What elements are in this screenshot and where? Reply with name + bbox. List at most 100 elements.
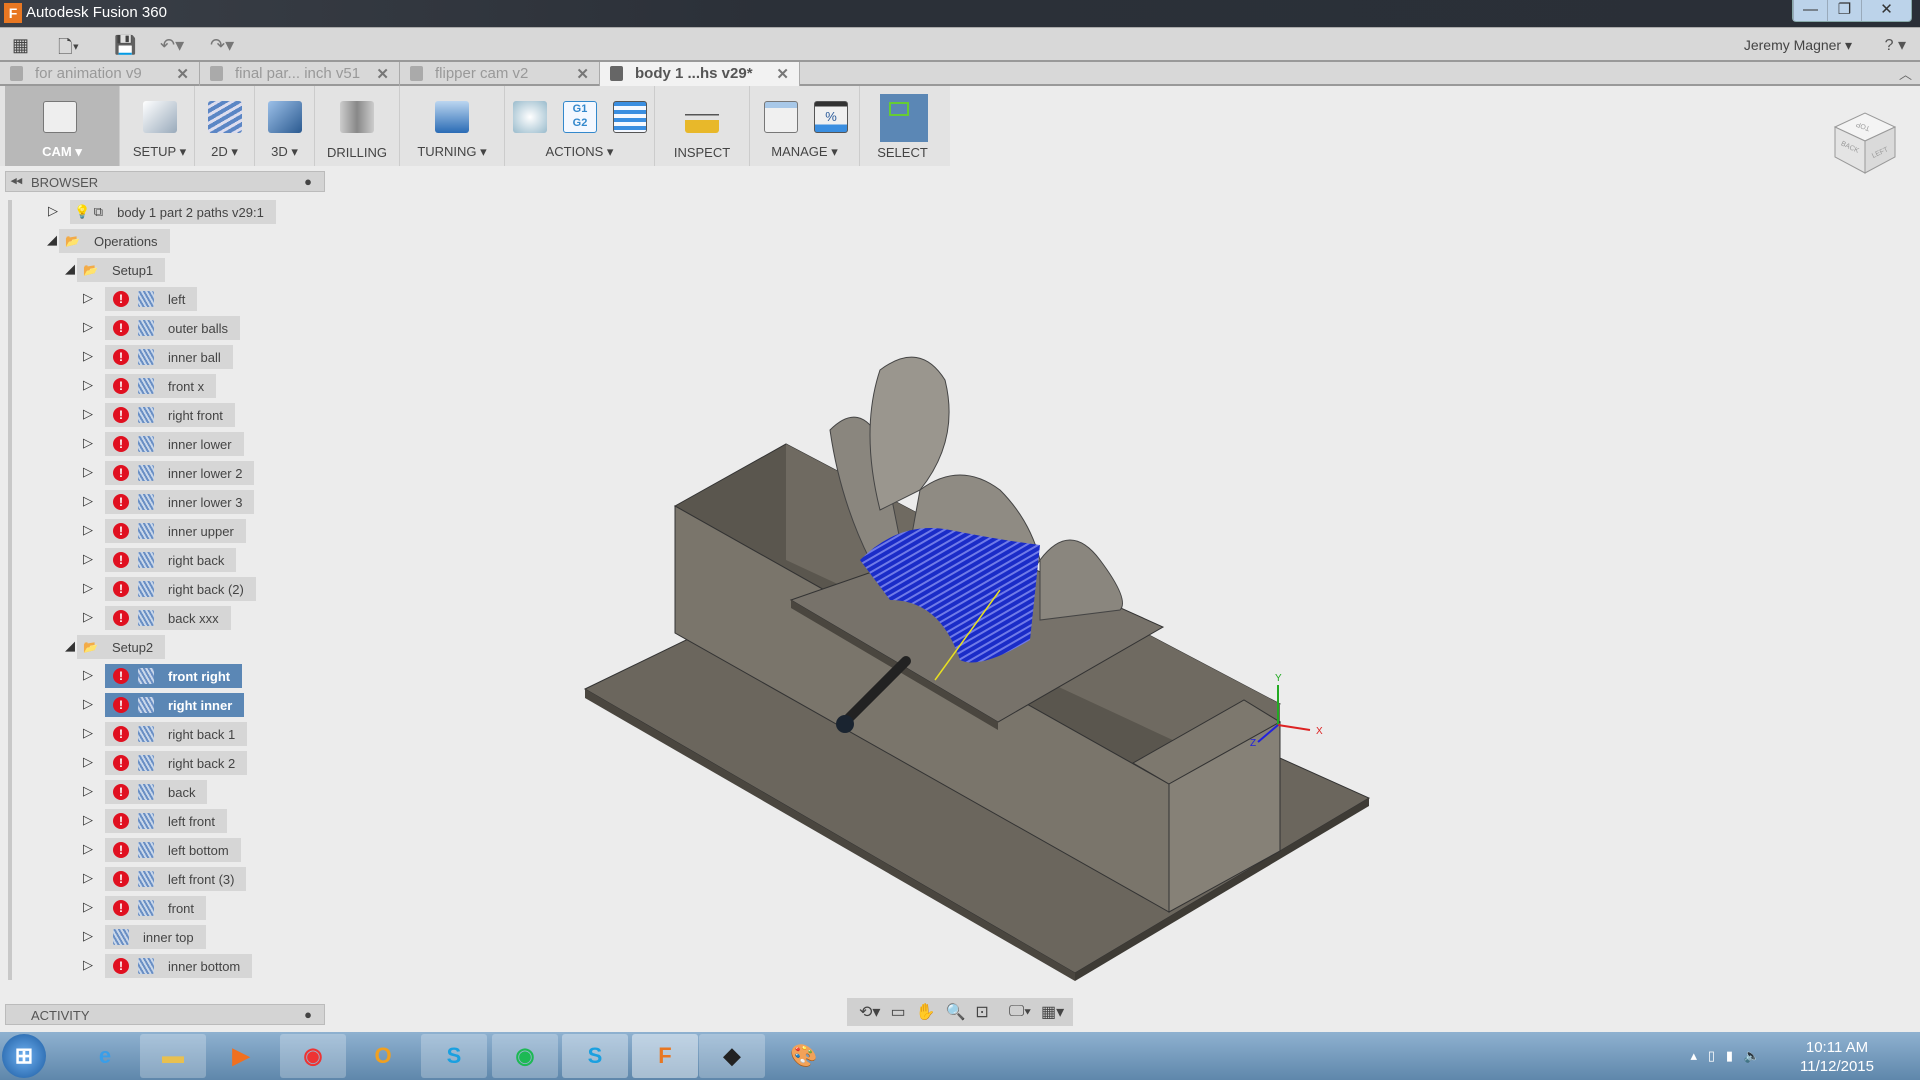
spotify-icon[interactable]: ◉	[492, 1034, 558, 1078]
tree-item-label-box[interactable]: ! front right	[105, 664, 243, 688]
tree-item-label-box[interactable]: 📂 Setup1	[77, 258, 166, 282]
expand-triangle-icon[interactable]: ▷	[83, 870, 93, 886]
tree-item-operation[interactable]: ▷ ! inner lower 3	[0, 490, 330, 514]
file-explorer-icon[interactable]: ▬	[140, 1034, 206, 1078]
internet-explorer-icon[interactable]: e	[72, 1034, 138, 1078]
browser-header[interactable]: ◂◂ BROWSER ●	[5, 171, 325, 192]
tree-item-label-box[interactable]: ! inner upper	[105, 519, 246, 543]
look-at-icon[interactable]: ▭	[890, 1002, 905, 1022]
browser-options-icon[interactable]: ●	[304, 174, 312, 189]
tree-item-label-box[interactable]: inner top	[105, 925, 206, 949]
activity-options-icon[interactable]: ●	[304, 1007, 312, 1022]
expand-triangle-icon[interactable]: ▷	[83, 667, 93, 683]
tree-item-label-box[interactable]: ! right back 1	[105, 722, 248, 746]
tree-item-operation[interactable]: ▷ ! left	[0, 287, 330, 311]
tree-item-label-box[interactable]: ! inner lower 2	[105, 461, 255, 485]
tree-item-label-box[interactable]: 💡 ⧉ body 1 part 2 paths v29:1	[70, 200, 276, 224]
start-button[interactable]: ⊞	[2, 1034, 46, 1078]
tree-item-label-box[interactable]: ! back	[105, 780, 208, 804]
tree-item-operation[interactable]: ▷ ! front right	[0, 664, 330, 688]
tree-item-operation[interactable]: ▷ ! right front	[0, 403, 330, 427]
tree-item-label-box[interactable]: ! inner lower 3	[105, 490, 255, 514]
tree-item-label-box[interactable]: ! inner bottom	[105, 954, 253, 978]
tree-item-operation[interactable]: ▷ ! inner lower	[0, 432, 330, 456]
tree-item-label-box[interactable]: ! right back (2)	[105, 577, 256, 601]
expand-triangle-icon[interactable]: ▷	[83, 696, 93, 712]
tree-item-operation[interactable]: ▷ ! left front (3)	[0, 867, 330, 891]
tree-item-operation[interactable]: ▷ ! back	[0, 780, 330, 804]
expand-triangle-icon[interactable]: ▷	[83, 609, 93, 625]
tree-item-operation[interactable]: ▷ ! right back	[0, 548, 330, 572]
tree-item-operation[interactable]: ▷ ! inner upper	[0, 519, 330, 543]
expand-triangle-icon[interactable]: ▷	[83, 348, 93, 364]
display-settings-icon[interactable]: 🖵▾	[1009, 1003, 1031, 1021]
tree-item-setup2[interactable]: ◢ 📂 Setup2	[0, 635, 330, 659]
tree-item-operation[interactable]: ▷ ! left bottom	[0, 838, 330, 862]
system-clock[interactable]: 10:11 AM 11/12/2015	[1800, 1038, 1874, 1076]
expand-triangle-icon[interactable]: ▷	[83, 522, 93, 538]
grid-settings-icon[interactable]: ▦▾	[1041, 1002, 1064, 1022]
paint-icon[interactable]: 🎨	[771, 1034, 837, 1078]
tree-item-label-box[interactable]: ! right inner	[105, 693, 245, 717]
tree-item-operation[interactable]: ▷ ! right back 2	[0, 751, 330, 775]
tree-item-operation[interactable]: ▷ ! inner ball	[0, 345, 330, 369]
expand-triangle-icon[interactable]: ▷	[83, 754, 93, 770]
tree-item-label-box[interactable]: ! left front	[105, 809, 227, 833]
tree-item-label-box[interactable]: ! left	[105, 287, 198, 311]
expand-triangle-icon[interactable]: ▷	[83, 725, 93, 741]
expand-triangle-icon[interactable]: ▷	[83, 290, 93, 306]
tree-item-operation[interactable]: ▷ ! left front	[0, 809, 330, 833]
pan-hand-icon[interactable]: ✋	[916, 1002, 936, 1022]
system-tray-icons[interactable]: ▴ ▯ ▮ 🔈	[1690, 1048, 1760, 1064]
tree-item-label-box[interactable]: ! left bottom	[105, 838, 241, 862]
collapse-triangle-icon[interactable]: ◢	[65, 638, 75, 654]
tree-item-label-box[interactable]: ! inner lower	[105, 432, 244, 456]
tree-item-label-box[interactable]: ! front x	[105, 374, 217, 398]
tree-item-operation[interactable]: ▷! front	[0, 896, 330, 920]
collapse-triangle-icon[interactable]: ◢	[65, 261, 75, 277]
tree-item-operations[interactable]: ◢ 📂 Operations	[0, 229, 330, 253]
orbit-icon[interactable]: ⟲▾	[859, 1002, 880, 1022]
collapse-triangle-icon[interactable]: ◢	[47, 232, 57, 248]
fit-icon[interactable]: ⊡	[975, 1002, 988, 1022]
tree-item-operation[interactable]: ▷ ! right inner	[0, 693, 330, 717]
skype-business-icon[interactable]: S	[562, 1034, 628, 1078]
tree-item-label-box[interactable]: ! left front (3)	[105, 867, 247, 891]
expand-triangle-icon[interactable]: ▷	[83, 957, 93, 973]
tree-item-label-box[interactable]: ! right back	[105, 548, 237, 572]
expand-triangle-icon[interactable]: ▷	[83, 464, 93, 480]
tree-item-operation[interactable]: ▷ ! right back (2)	[0, 577, 330, 601]
tree-item-label-box[interactable]: ! right front	[105, 403, 235, 427]
tree-item-setup1[interactable]: ◢ 📂 Setup1	[0, 258, 330, 282]
tree-item-label-box[interactable]: ! inner ball	[105, 345, 233, 369]
cam-app-icon[interactable]: ◆	[699, 1034, 765, 1078]
expand-triangle-icon[interactable]: ▷	[83, 812, 93, 828]
outlook-icon[interactable]: O	[350, 1034, 416, 1078]
expand-triangle-icon[interactable]: ▷	[48, 203, 58, 219]
expand-triangle-icon[interactable]: ▷	[83, 493, 93, 509]
skype-icon[interactable]: S	[421, 1034, 487, 1078]
expand-triangle-icon[interactable]: ▷	[83, 783, 93, 799]
tree-item-operation[interactable]: ▷ ! inner lower 2	[0, 461, 330, 485]
tree-item-operation[interactable]: ▷ ! back xxx	[0, 606, 330, 630]
tree-item-operation[interactable]: ▷ ! front x	[0, 374, 330, 398]
expand-triangle-icon[interactable]: ▷	[83, 841, 93, 857]
expand-triangle-icon[interactable]: ▷	[83, 319, 93, 335]
expand-triangle-icon[interactable]: ▷	[83, 406, 93, 422]
tree-item-label-box[interactable]: ! front	[105, 896, 207, 920]
tree-item-operation[interactable]: ▷ inner top	[0, 925, 330, 949]
expand-triangle-icon[interactable]: ▷	[83, 580, 93, 596]
media-player-icon[interactable]: ▶	[208, 1034, 274, 1078]
fusion-360-taskbar-icon[interactable]: F	[632, 1034, 698, 1078]
expand-triangle-icon[interactable]: ▷	[83, 435, 93, 451]
tree-item-root[interactable]: ▷ 💡 ⧉ body 1 part 2 paths v29:1	[0, 200, 330, 224]
activity-panel-header[interactable]: ACTIVITY ●	[5, 1004, 325, 1025]
tree-item-label-box[interactable]: ! back xxx	[105, 606, 231, 630]
tree-item-operation[interactable]: ▷ ! inner bottom	[0, 954, 330, 978]
expand-triangle-icon[interactable]: ▷	[83, 377, 93, 393]
zoom-icon[interactable]: 🔍	[945, 1002, 965, 1022]
expand-triangle-icon[interactable]: ▷	[83, 551, 93, 567]
tree-item-label-box[interactable]: ! right back 2	[105, 751, 248, 775]
tree-item-label-box[interactable]: 📂 Operations	[59, 229, 170, 253]
chrome-icon[interactable]: ◉	[280, 1034, 346, 1078]
